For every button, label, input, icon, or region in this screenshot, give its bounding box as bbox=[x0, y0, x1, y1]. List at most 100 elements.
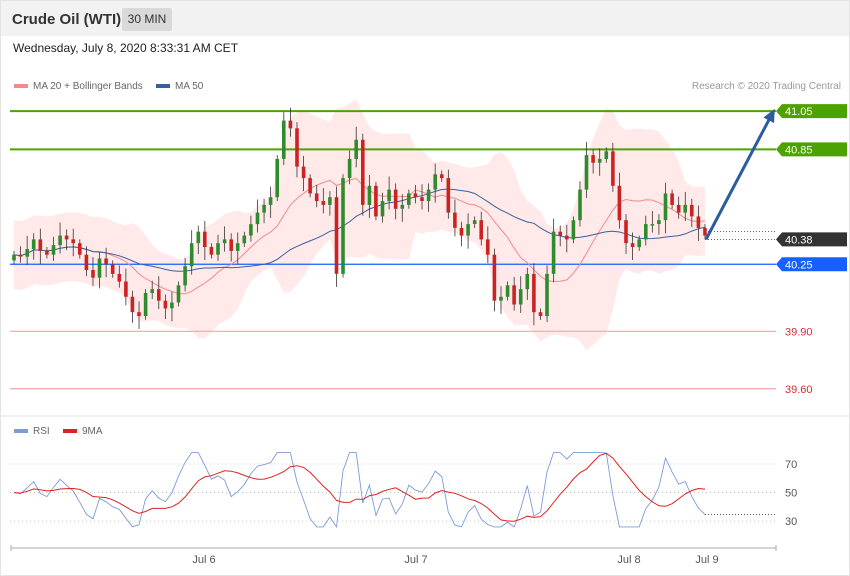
candle-body bbox=[242, 235, 247, 244]
candle-body bbox=[591, 155, 595, 163]
candle-body bbox=[551, 231, 556, 274]
candle-body bbox=[301, 166, 306, 179]
candle-body bbox=[505, 285, 510, 297]
candle-body bbox=[130, 296, 135, 313]
candle-body bbox=[25, 249, 29, 257]
candle-body bbox=[446, 178, 451, 213]
candle-body bbox=[189, 243, 194, 267]
candle-body bbox=[670, 193, 674, 205]
candle-body bbox=[690, 204, 694, 217]
candle-body bbox=[459, 227, 464, 236]
candle-body bbox=[683, 204, 687, 213]
candle-body bbox=[150, 289, 154, 293]
bollinger-band bbox=[14, 99, 705, 350]
candle-body bbox=[703, 227, 707, 236]
candle-body bbox=[367, 185, 372, 205]
candle-body bbox=[341, 178, 345, 274]
candle-body bbox=[216, 243, 220, 255]
x-tick-label: Jul 6 bbox=[192, 554, 215, 566]
candle-body bbox=[229, 239, 233, 251]
candle-body bbox=[512, 285, 516, 305]
candle-body bbox=[420, 197, 424, 201]
candle-body bbox=[203, 231, 207, 247]
candle-body bbox=[45, 250, 49, 255]
candle-body bbox=[650, 224, 655, 226]
candle-body bbox=[249, 224, 253, 236]
candle-body bbox=[163, 300, 168, 309]
rsi-level-label-50: 50 bbox=[785, 488, 797, 500]
candle-body bbox=[426, 189, 431, 202]
candle-body bbox=[308, 178, 312, 194]
price-label-resistance-1: 40.85 bbox=[785, 144, 813, 156]
rsi-level-label-70: 70 bbox=[785, 459, 797, 471]
candle-body bbox=[637, 239, 641, 248]
price-label-support-1: 40.25 bbox=[785, 259, 813, 271]
candle-body bbox=[170, 302, 174, 309]
candle-body bbox=[110, 264, 115, 274]
candle-body bbox=[676, 204, 681, 213]
candle-body bbox=[466, 224, 470, 236]
candle-body bbox=[479, 220, 483, 240]
candle-body bbox=[584, 155, 589, 190]
candle-body bbox=[117, 273, 122, 282]
candle-body bbox=[413, 193, 418, 198]
candle-body bbox=[104, 258, 108, 265]
candle-body bbox=[440, 174, 444, 179]
candle-body bbox=[630, 243, 635, 247]
x-tick-label: Jul 9 bbox=[695, 554, 718, 566]
candle-body bbox=[31, 239, 36, 249]
candle-body bbox=[525, 273, 530, 290]
candle-body bbox=[617, 185, 622, 221]
candle-body bbox=[532, 273, 536, 313]
candle-body bbox=[157, 289, 161, 301]
candle-body bbox=[624, 220, 628, 244]
candle-body bbox=[538, 312, 543, 316]
candle-body bbox=[91, 270, 95, 278]
candle-body bbox=[64, 235, 69, 240]
price-chart: 41.05 40.85 40.38 40.25 39.90 39.60 70 50 30 Jul … bbox=[1, 99, 849, 566]
candle-body bbox=[571, 220, 576, 240]
candle-body bbox=[295, 128, 299, 167]
candle-body bbox=[328, 197, 332, 205]
candle-body bbox=[499, 296, 503, 301]
candle-body bbox=[696, 216, 701, 228]
candle-body bbox=[282, 120, 286, 159]
candle-body bbox=[314, 193, 319, 202]
candle-body bbox=[71, 239, 75, 244]
candle-body bbox=[268, 197, 273, 205]
candle-body bbox=[597, 158, 602, 163]
candle-body bbox=[347, 158, 352, 179]
price-label-support-3: 39.60 bbox=[785, 384, 813, 396]
candle-body bbox=[545, 273, 549, 316]
candle-body bbox=[492, 254, 497, 301]
candle-body bbox=[380, 201, 385, 217]
candle-body bbox=[51, 245, 56, 255]
candle-body bbox=[143, 293, 148, 316]
candle-body bbox=[604, 151, 609, 159]
candle-body bbox=[558, 231, 562, 236]
projection-arrow-shaft bbox=[704, 113, 774, 241]
candle-body bbox=[361, 139, 365, 205]
candle-body bbox=[38, 239, 43, 251]
candle-body bbox=[18, 254, 23, 257]
candle-body bbox=[578, 189, 582, 221]
candle-body bbox=[657, 220, 661, 224]
candle-body bbox=[387, 189, 391, 202]
candle-body bbox=[321, 201, 326, 205]
candle-body bbox=[58, 235, 62, 246]
candle-body bbox=[222, 239, 227, 244]
price-label-resistance-2: 41.05 bbox=[785, 106, 813, 118]
candle-body bbox=[433, 174, 437, 190]
candle-body bbox=[663, 193, 668, 221]
price-label-support-2: 39.90 bbox=[785, 326, 813, 338]
rsi-level-label-30: 30 bbox=[785, 516, 797, 528]
candle-body bbox=[196, 231, 201, 244]
candle-body bbox=[97, 258, 102, 278]
candle-body bbox=[486, 239, 490, 255]
candle-body bbox=[209, 247, 214, 255]
candle-body bbox=[374, 185, 378, 217]
candle-body bbox=[407, 193, 411, 205]
candle-body bbox=[472, 220, 477, 224]
candle-body bbox=[275, 158, 279, 198]
candle-body bbox=[393, 189, 398, 209]
